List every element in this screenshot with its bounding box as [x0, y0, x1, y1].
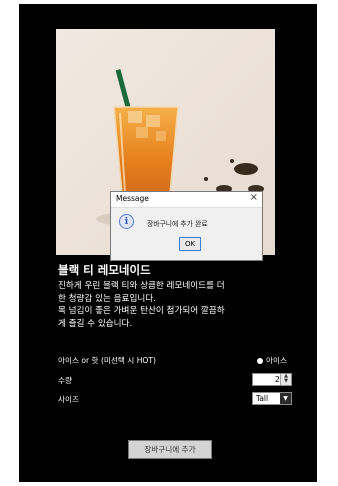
info-icon: i: [119, 214, 134, 229]
radio-selected-icon: [257, 357, 263, 364]
product-title: 블랙 티 레모네이드: [58, 263, 151, 277]
ice-radio-label: 아이스: [266, 356, 287, 365]
temperature-label: 아이스 or 핫 (미선택 시 HOT): [58, 356, 156, 365]
description-line: 게 즐길 수 있습니다.: [58, 318, 133, 329]
description-line: 목 넘김이 좋은 가벼운 탄산이 첨가되어 깔끔하: [58, 306, 225, 316]
description-line: 한 청량감 있는 음료입니다.: [58, 293, 156, 304]
close-icon[interactable]: ×: [250, 192, 258, 203]
ok-button[interactable]: OK: [179, 237, 201, 251]
stepper-arrows[interactable]: ▲ ▼: [280, 374, 291, 385]
add-to-cart-button[interactable]: 장바구니에 추가: [128, 440, 212, 459]
quantity-stepper[interactable]: 2 ▲ ▼: [252, 373, 292, 386]
chevron-down-icon[interactable]: ▼: [280, 393, 291, 404]
message-dialog: Message × i 장바구니에 추가 완료 OK: [110, 191, 263, 261]
dialog-title: Message: [116, 194, 149, 203]
decrement-arrow-icon[interactable]: ▼: [281, 379, 291, 384]
description-line: 진하게 우린 블랙 티와 상큼한 레모네이드를 더: [58, 281, 225, 291]
ice-radio[interactable]: 아이스: [257, 355, 287, 366]
dialog-titlebar: Message ×: [111, 192, 262, 208]
size-value: Tall: [256, 394, 269, 403]
size-label: 사이즈: [58, 395, 79, 404]
size-select[interactable]: Tall ▼: [252, 392, 292, 405]
product-description: 진하게 우린 블랙 티와 상큼한 레모네이드를 더 한 청량감 있는 음료입니다…: [58, 280, 288, 330]
quantity-label: 수량: [58, 376, 72, 385]
dialog-message: 장바구니에 추가 완료: [147, 220, 208, 228]
